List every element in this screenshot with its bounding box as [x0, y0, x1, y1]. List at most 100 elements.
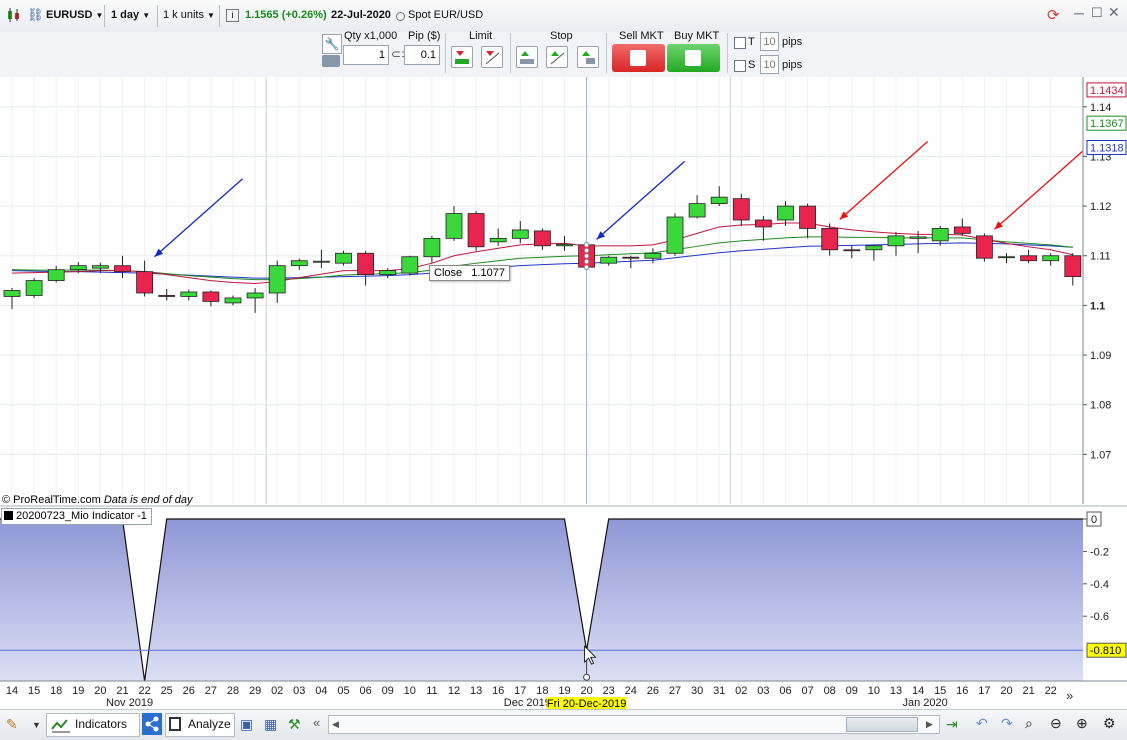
crosshair-dot [583, 242, 590, 248]
close-icon[interactable]: ✕ [1108, 4, 1120, 21]
timeframe-selector[interactable]: 1 day ▼ [111, 6, 150, 24]
buy-market-button[interactable] [667, 44, 720, 72]
bottom-toolbar: ✎ ▼ Indicators Analyze ▣ ▦ ⚒ « ◀ ▶ ⇥ ↶ ↷… [0, 709, 1127, 740]
calendar-icon[interactable]: ▦ [264, 716, 277, 732]
crosshair-dot [583, 264, 590, 270]
price-tag-label: 1.1367 [1090, 118, 1124, 130]
y-tick-label: 1.12 [1090, 201, 1111, 213]
candle-up [180, 291, 198, 297]
fit-screen-icon[interactable]: ⇥ [946, 716, 958, 732]
candle-down [821, 228, 839, 251]
x-tick-label: 30 [691, 685, 703, 697]
link-icon[interactable]: ⛓ [27, 7, 44, 23]
y-tick-label: 1.07 [1090, 449, 1111, 461]
x-tick-label: 23 [603, 685, 615, 697]
candle-down [976, 235, 993, 259]
sell-market-button[interactable] [612, 44, 665, 72]
redo-icon[interactable]: ↷ [1001, 715, 1013, 731]
candle-down [158, 295, 176, 297]
x-tick-label: 25 [161, 685, 173, 697]
scroll-more-icon: » [1066, 688, 1073, 703]
candle-down [799, 205, 816, 229]
zoom-out-icon[interactable]: ⊖ [1050, 715, 1062, 731]
x-tick-label: 06 [779, 685, 791, 697]
candle-up [3, 290, 21, 297]
y-tick-label: 1.1 [1090, 300, 1105, 312]
indicators-button[interactable]: Indicators [46, 713, 140, 737]
indicator-y-tick-label: 0 [1091, 514, 1097, 526]
pencil-icon[interactable]: ✎ [6, 716, 18, 732]
crosshair-dot [583, 258, 590, 265]
crosshair-dot [583, 253, 590, 259]
undo-icon[interactable]: ↶ [976, 715, 988, 731]
candle-up [777, 205, 794, 221]
price-readout: 1.1565 (+0.26%) [245, 6, 327, 24]
take-profit-checkbox[interactable] [734, 37, 746, 49]
window-icon[interactable]: ▣ [240, 716, 253, 732]
x-tick-label: 14 [6, 685, 18, 697]
scroll-right-icon[interactable]: ▶ [926, 719, 933, 730]
x-tick-label: 26 [183, 685, 195, 697]
scrollbar-thumb[interactable] [846, 717, 918, 732]
keyboard-icon[interactable] [322, 55, 340, 67]
stop-trailing-icon[interactable] [577, 46, 599, 68]
units-label: 1 k units [163, 9, 204, 21]
indicator-legend[interactable]: 20200723_Mio Indicator -1 [1, 508, 152, 525]
candle-up [1042, 255, 1060, 262]
x-tick-label: 31 [713, 685, 725, 697]
toolbox-icon[interactable]: ⚒ [288, 716, 301, 732]
minimize-icon[interactable]: ─ [1074, 5, 1084, 21]
horizontal-scrollbar[interactable]: ◀ ▶ [328, 715, 940, 734]
candle-up [25, 280, 43, 296]
x-tick-label: 03 [757, 685, 769, 697]
settings-icon[interactable]: ⚙ [1103, 715, 1116, 731]
candle-up [379, 270, 397, 276]
y-tick-label: 1.08 [1090, 400, 1111, 412]
limit-sell-icon[interactable] [481, 46, 503, 68]
x-tick-label: 09 [382, 685, 394, 697]
x-tick-label: 15 [934, 685, 946, 697]
indicator-value-label: -0.810 [1090, 645, 1121, 657]
refresh-icon[interactable]: ⟳ [1047, 6, 1065, 24]
chevron-down-icon: ▼ [95, 11, 104, 20]
stop-sell-icon[interactable] [546, 46, 568, 68]
info-icon[interactable]: i [226, 9, 239, 22]
analyze-icon [169, 717, 181, 731]
credit-note: Data is end of day [103, 494, 193, 506]
share-icon[interactable] [142, 713, 162, 735]
x-tick-label: 11 [426, 685, 437, 697]
candlestick-chart-icon[interactable] [5, 7, 21, 23]
x-tick-label: 13 [470, 685, 482, 697]
wrench-icon[interactable]: 🔧 [322, 34, 342, 54]
x-tick-label: 28 [227, 685, 239, 697]
x-tick-label: 17 [514, 685, 526, 697]
units-selector[interactable]: 1 k units ▼ [163, 6, 215, 24]
maximize-icon[interactable]: ☐ [1091, 5, 1103, 21]
pip-label: Pip ($) [408, 30, 441, 42]
s-unit: pips [782, 59, 803, 71]
stop-loss-checkbox[interactable] [734, 60, 746, 72]
stop-buy-icon[interactable] [516, 46, 538, 68]
chevron-down-icon[interactable]: ▼ [32, 717, 41, 733]
zoom-fit-icon[interactable]: ⌕ [1025, 715, 1033, 731]
candle-down [1064, 255, 1082, 277]
chevron-down-icon: ▼ [142, 11, 151, 20]
s-label: S [748, 59, 756, 71]
scroll-left-double-icon[interactable]: « [313, 715, 320, 731]
take-profit-pips-input[interactable] [760, 32, 779, 51]
candle-up [224, 297, 242, 304]
scroll-left-icon[interactable]: ◀ [332, 719, 339, 730]
x-tick-label: 20 [94, 685, 106, 697]
symbol-selector[interactable]: EURUSD ▼ [46, 6, 103, 24]
stop-loss-pips-input[interactable] [760, 55, 779, 74]
x-tick-label: 17 [978, 685, 990, 697]
pip-input[interactable] [404, 45, 440, 65]
month-label: Nov 2019 [106, 697, 153, 709]
analyze-button[interactable]: Analyze [165, 713, 235, 737]
limit-buy-icon[interactable] [451, 46, 473, 68]
x-tick-label: 26 [647, 685, 659, 697]
qty-input[interactable] [343, 45, 389, 65]
candle-up [401, 256, 419, 274]
zoom-in-icon[interactable]: ⊕ [1076, 715, 1088, 731]
price-chart[interactable]: 1.141.131.121.111.11.091.081.071.14341.1… [0, 77, 1127, 709]
